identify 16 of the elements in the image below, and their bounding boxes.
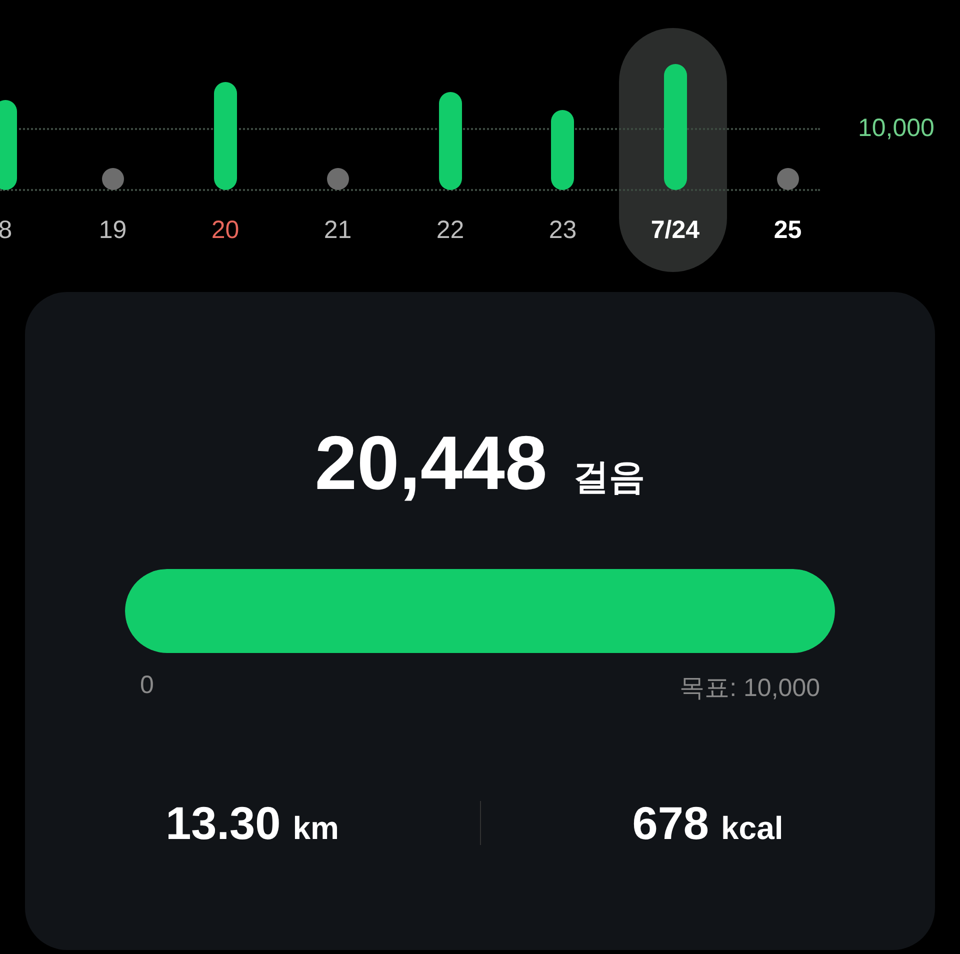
stat-value: 678 (632, 796, 709, 850)
progress-start-label: 0 (140, 671, 154, 701)
day-label[interactable]: 25 (774, 216, 802, 245)
stat-value: 13.30 (166, 796, 281, 850)
day-label[interactable]: 7/24 (650, 216, 700, 245)
progress-goal-label: 목표: 10,000 (680, 673, 820, 704)
step-count: 20,448 (314, 420, 548, 507)
day-label[interactable]: 22 (436, 216, 464, 245)
step-unit: 걸음 (573, 456, 646, 500)
day-label[interactable]: 19 (98, 216, 127, 245)
stat-unit: km (292, 810, 339, 847)
day-label[interactable]: 21 (324, 216, 352, 245)
day-label[interactable]: 23 (548, 216, 577, 245)
goal-line-label: 10,000 (858, 114, 934, 143)
day-label[interactable]: 20 (211, 216, 240, 245)
stat-unit: kcal (720, 810, 784, 847)
